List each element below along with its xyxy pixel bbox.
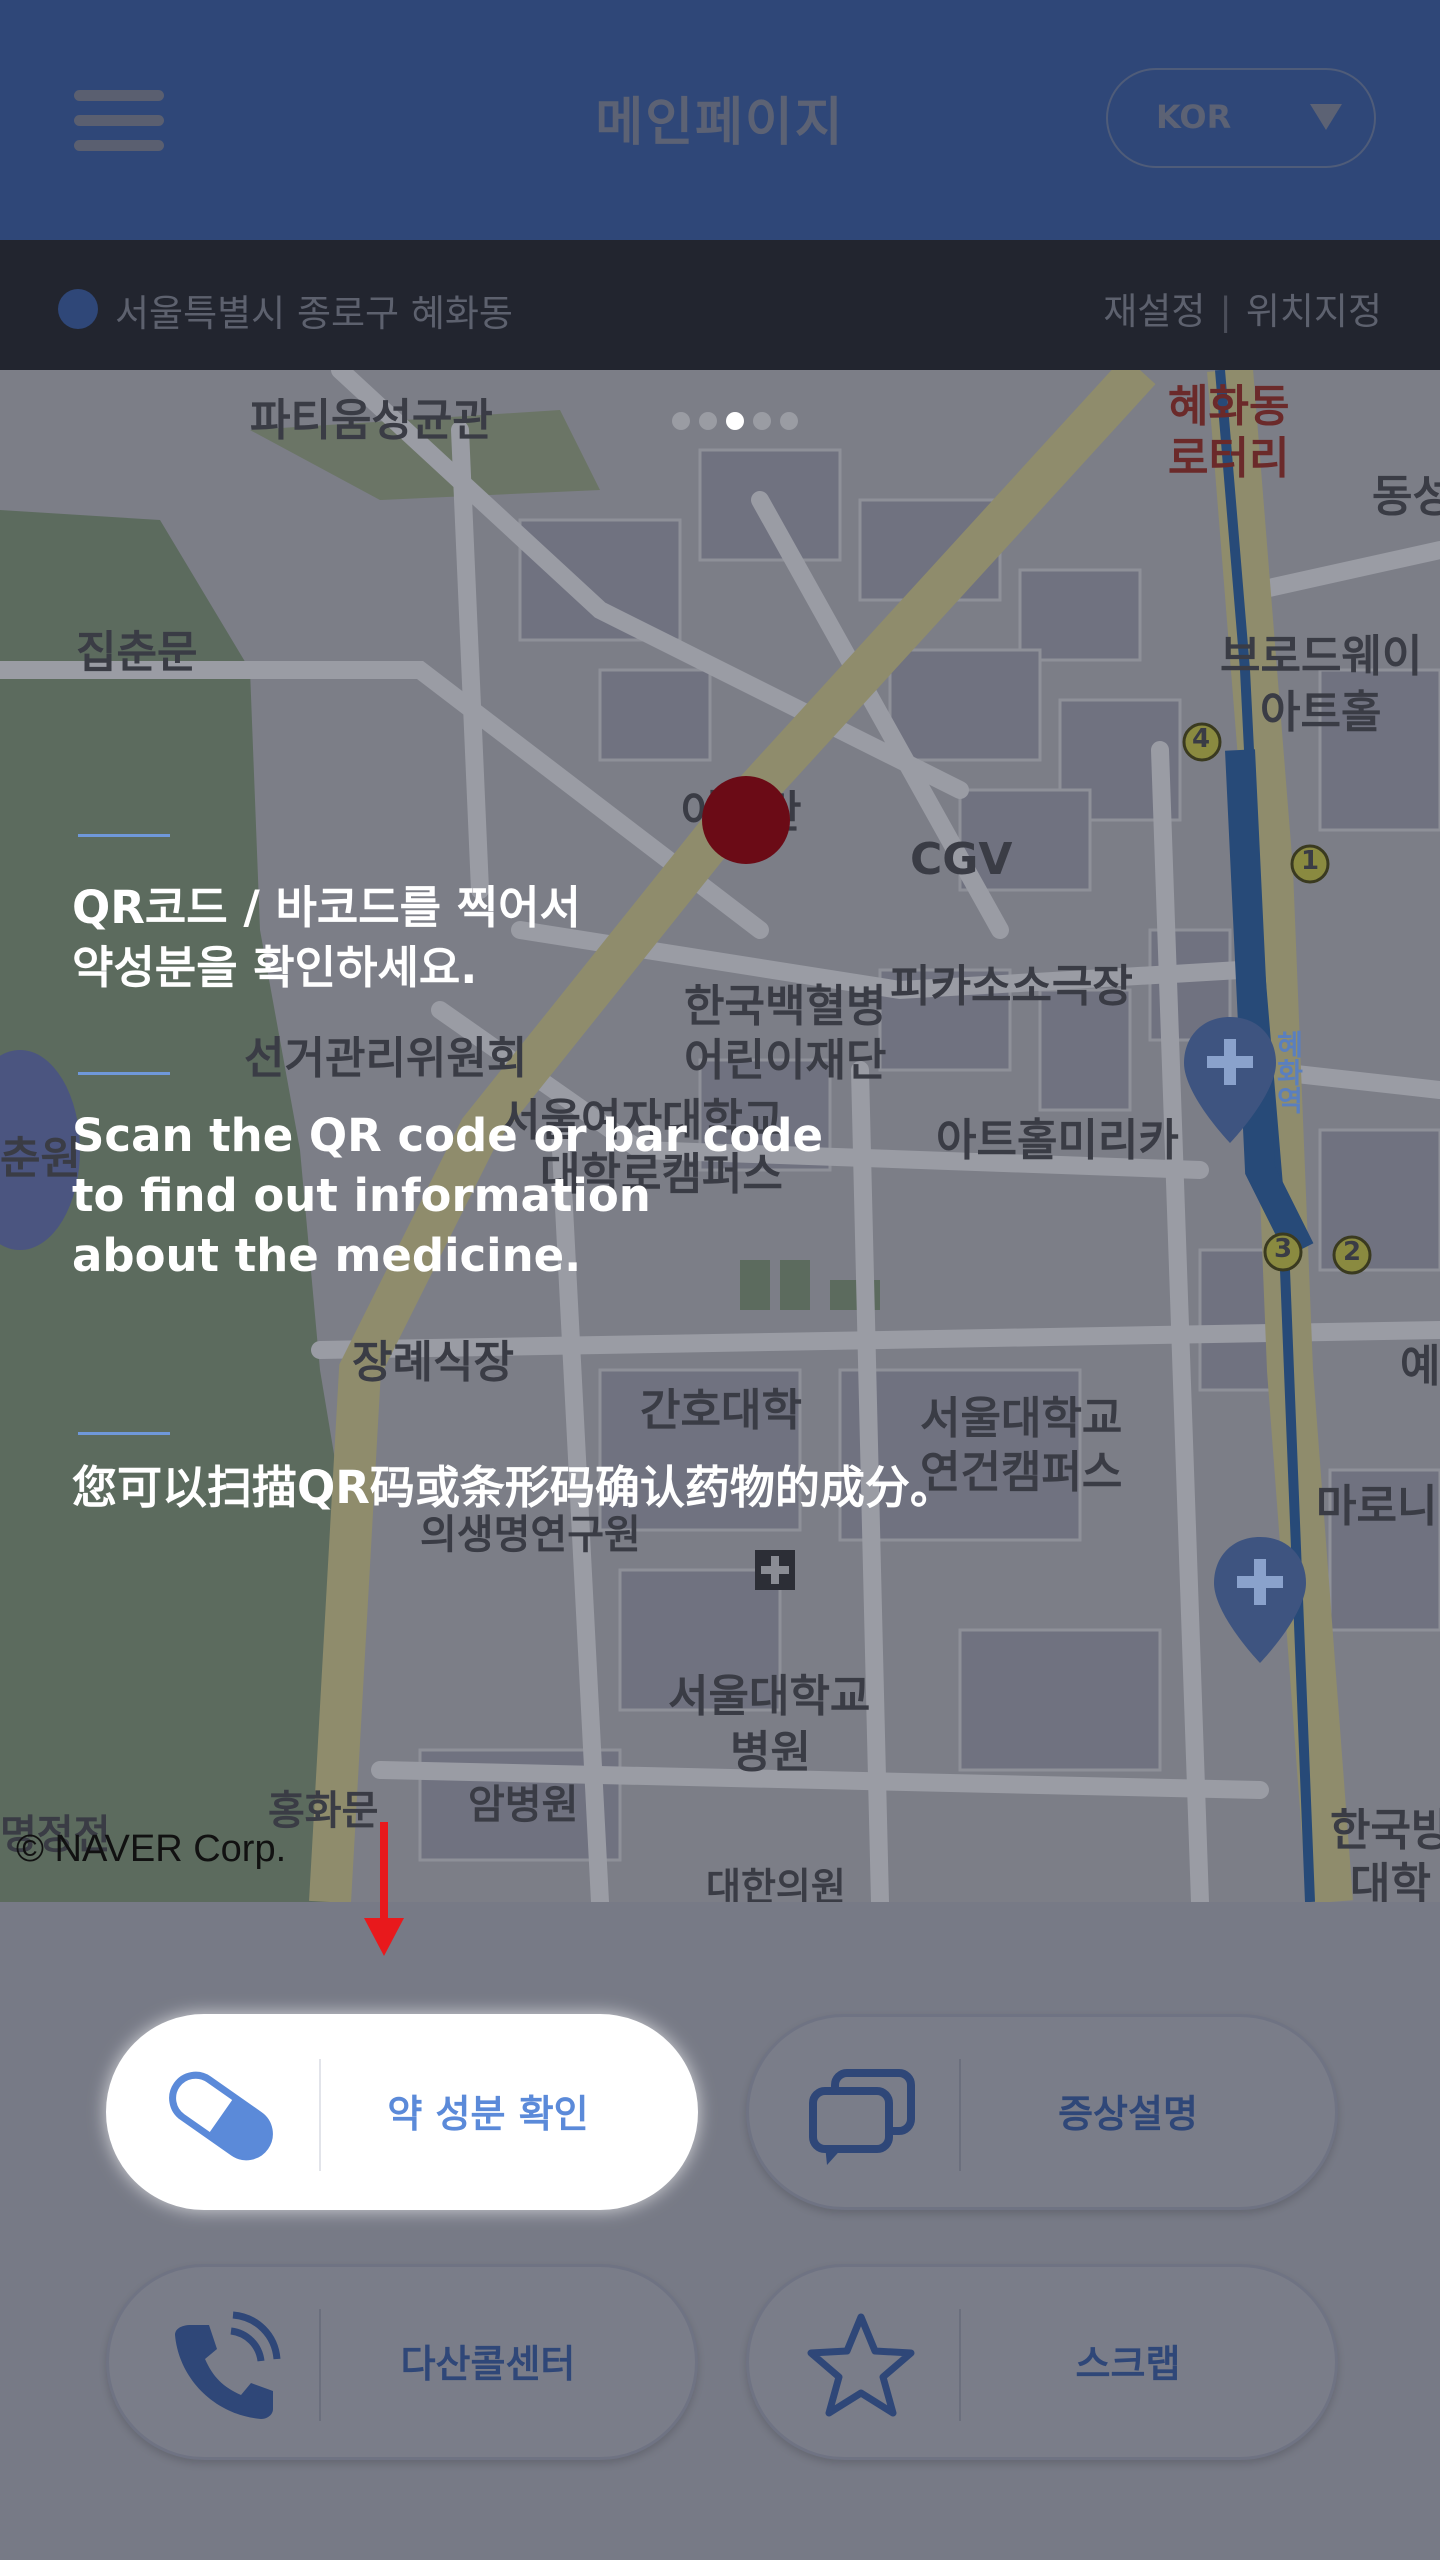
- map-label: 아트홀미리카: [936, 1115, 1179, 1166]
- intro-text-korean: QR코드 / 바코드를 찍어서 약성분을 확인하세요.: [72, 881, 581, 994]
- app-header: 메인페이지 KOR: [0, 0, 1440, 240]
- map-label: 대학: [1350, 1859, 1431, 1902]
- hospital-cross-icon: [755, 1550, 795, 1590]
- map-label: 브로드웨이: [1220, 631, 1423, 682]
- symptom-description-label: 증상설명: [1058, 2092, 1198, 2136]
- pager-dot[interactable]: [753, 412, 771, 430]
- pill-icon: [169, 2071, 273, 2161]
- divider-line: [78, 834, 170, 837]
- phone-icon: [175, 2311, 281, 2419]
- map-label: 2: [1343, 1237, 1362, 1267]
- intro-text-chinese: 您可以扫描QR码或条形码确认药物的成分。: [72, 1461, 955, 1514]
- language-value: KOR: [1156, 98, 1232, 136]
- dropdown-arrow-icon: [1310, 104, 1342, 130]
- location-actions: 재설정 | 위치지정: [1103, 281, 1382, 335]
- carousel-pager: [672, 412, 807, 434]
- location-dot-icon: [58, 289, 98, 329]
- star-icon: [807, 2313, 915, 2417]
- location-separator: |: [1219, 290, 1232, 333]
- location-address: 서울특별시 종로구 혜화동: [115, 292, 513, 335]
- current-location-marker-icon: [702, 776, 790, 864]
- map-label: 암병원: [468, 1782, 579, 1828]
- map-label: 서울대학교: [668, 1671, 871, 1722]
- map-label: 병원: [730, 1727, 811, 1778]
- map-attribution: © NAVER Corp.: [16, 1828, 287, 1870]
- map-label: 춘원: [0, 1133, 81, 1184]
- map-label: 선거관리위원회: [244, 1033, 528, 1084]
- symptom-description-button[interactable]: 증상설명: [746, 2014, 1338, 2210]
- scrap-button[interactable]: 스크랩: [746, 2264, 1338, 2460]
- map-label: 마로니: [1316, 1481, 1438, 1532]
- reset-location-link[interactable]: 재설정: [1103, 290, 1205, 333]
- map-label: 예: [1400, 1341, 1440, 1392]
- medicine-info-label: 약 성분 확인: [387, 2092, 589, 2136]
- scrap-label: 스크랩: [1075, 2342, 1181, 2386]
- pager-dot[interactable]: [699, 412, 717, 430]
- hospital-marker-icon[interactable]: [1180, 1015, 1280, 1145]
- map-label: 간호대학: [640, 1385, 802, 1436]
- map-label: 로터리: [1168, 433, 1290, 484]
- map-label: CGV: [910, 834, 1013, 885]
- bottom-menu: [0, 1902, 1440, 2560]
- pager-dot[interactable]: [780, 412, 798, 430]
- map-label: 3: [1274, 1234, 1293, 1264]
- map-label: 파티움성균관: [250, 395, 493, 446]
- map-label: 동성: [1372, 471, 1440, 522]
- chat-bubbles-icon: [809, 2069, 915, 2165]
- map-label: 어린이재단: [684, 1035, 887, 1086]
- intro-text-english: Scan the QR code or bar code to find out…: [72, 1109, 823, 1282]
- dasan-call-center-label: 다산콜센터: [400, 2342, 576, 2386]
- map-label: 1: [1301, 846, 1320, 876]
- set-location-link[interactable]: 위치지정: [1246, 290, 1382, 333]
- pager-dot-active[interactable]: [726, 412, 744, 430]
- language-select[interactable]: KOR: [1106, 68, 1376, 168]
- map-label: 4: [1192, 724, 1211, 754]
- dasan-call-center-button[interactable]: 다산콜센터: [106, 2264, 698, 2460]
- divider-line: [78, 1072, 170, 1075]
- divider-line: [78, 1432, 170, 1435]
- map-label: 아트홀: [1260, 687, 1382, 738]
- map-label: 장례식장: [352, 1337, 514, 1388]
- hospital-marker-icon[interactable]: [1210, 1535, 1310, 1665]
- map-label: 집춘문: [76, 627, 198, 678]
- map-label: 피카소소극장: [890, 961, 1133, 1012]
- pager-dot[interactable]: [672, 412, 690, 430]
- medicine-info-button[interactable]: 약 성분 확인: [106, 2014, 698, 2210]
- down-arrow-icon: [364, 1822, 404, 1956]
- map-label: 대한의원: [706, 1865, 846, 1902]
